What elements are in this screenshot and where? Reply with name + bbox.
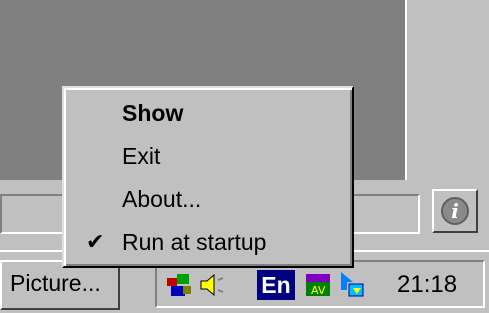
- info-icon: i: [441, 197, 469, 225]
- connection-arrow-icon[interactable]: [337, 270, 367, 300]
- menu-item-label: Exit: [122, 143, 161, 169]
- menu-item-label: Show: [122, 100, 184, 126]
- svg-text:AV: AV: [311, 284, 326, 297]
- menu-item-run-at-startup[interactable]: ✔ Run at startup: [64, 223, 352, 263]
- volume-icon[interactable]: [197, 270, 227, 300]
- menu-item-label: Run at startup: [122, 229, 267, 255]
- window-edge: [405, 0, 489, 180]
- menu-item-about[interactable]: About...: [64, 180, 352, 220]
- network-icon[interactable]: [165, 270, 195, 300]
- clock[interactable]: 21:18: [397, 271, 457, 299]
- menu-item-exit[interactable]: Exit: [64, 137, 352, 177]
- info-button[interactable]: i: [432, 189, 478, 233]
- language-indicator[interactable]: En: [257, 270, 295, 300]
- tray-context-menu: Show Exit About... ✔ Run at startup: [62, 86, 354, 268]
- checkmark-icon: ✔: [86, 229, 105, 254]
- menu-item-label: About...: [122, 186, 202, 212]
- scheduler-icon[interactable]: AV: [303, 270, 333, 300]
- menu-item-show[interactable]: Show: [64, 94, 352, 134]
